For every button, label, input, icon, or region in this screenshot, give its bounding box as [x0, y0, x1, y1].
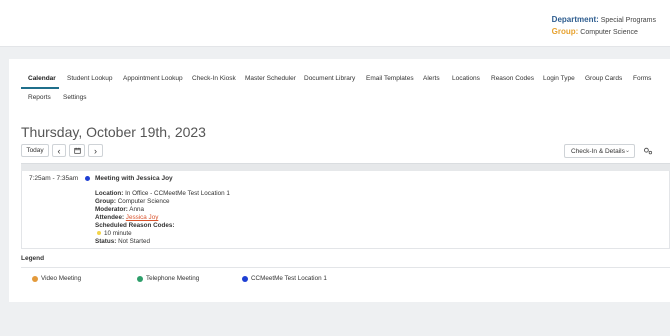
event-details: Location: In Office - CCMeetMe Test Loca… — [95, 190, 230, 246]
legend-swatch-video — [32, 275, 38, 282]
legend-label-telephone: Telephone Meeting — [146, 275, 200, 282]
event-list: 7:25am - 7:35am Meeting with Jessica Joy… — [21, 171, 670, 249]
legend-divider — [21, 267, 670, 268]
tab-student-lookup[interactable]: Student Lookup — [67, 75, 113, 82]
tab-reports[interactable]: Reports — [28, 94, 51, 101]
next-button[interactable]: › — [88, 144, 103, 157]
reason-code-value: 10 minute — [104, 230, 132, 237]
settings-button[interactable] — [641, 144, 655, 158]
today-button[interactable]: Today — [21, 144, 49, 157]
attendee-label: Attendee: — [95, 214, 125, 221]
group-detail-value: Computer Science — [117, 198, 170, 205]
tab-calendar[interactable]: Calendar — [28, 75, 56, 82]
event-color-dot — [85, 176, 90, 181]
legend-item-location: CCMeetMe Test Location 1 — [242, 275, 327, 282]
department-info: Department: Special Programs Group: Comp… — [552, 14, 656, 38]
legend-item-video: Video Meeting — [32, 275, 81, 282]
reason-code-dot — [97, 231, 101, 235]
tab-alerts[interactable]: Alerts — [423, 75, 440, 82]
tab-document-library[interactable]: Document Library — [304, 75, 355, 82]
tab-master-scheduler[interactable]: Master Scheduler — [245, 75, 296, 82]
status-value: Not Started — [118, 238, 150, 245]
group-detail-label: Group: — [95, 198, 116, 205]
legend-label-location: CCMeetMe Test Location 1 — [251, 275, 327, 282]
chevron-down-icon: ⌄ — [624, 148, 630, 154]
attendee-link[interactable]: Jessica Joy — [126, 214, 159, 221]
prev-button[interactable]: ‹ — [52, 144, 66, 157]
chevron-right-icon: › — [94, 145, 97, 156]
legend-title: Legend — [21, 255, 45, 262]
tab-email-templates[interactable]: Email Templates — [366, 75, 414, 82]
tab-locations[interactable]: Locations — [452, 75, 480, 82]
event-title[interactable]: Meeting with Jessica Joy — [95, 175, 173, 182]
legend-swatch-location — [242, 275, 248, 282]
event-time: 7:25am - 7:35am — [29, 175, 79, 182]
calendar-icon — [73, 147, 81, 154]
tab-group-cards[interactable]: Group Cards — [585, 75, 622, 82]
active-tab-underline — [21, 87, 59, 89]
main-card: Calendar Student Lookup Appointment Look… — [9, 59, 670, 302]
tab-reason-codes[interactable]: Reason Codes — [491, 75, 534, 82]
top-header: Department: Special Programs Group: Comp… — [0, 0, 670, 47]
tab-appointment-lookup[interactable]: Appointment Lookup — [123, 75, 183, 82]
group-value: Computer Science — [580, 29, 638, 36]
reason-codes-label: Scheduled Reason Codes: — [95, 222, 175, 229]
legend-item-telephone: Telephone Meeting — [137, 275, 199, 282]
department-value: Special Programs — [600, 17, 656, 24]
tab-check-in-kiosk[interactable]: Check-In Kiosk — [192, 75, 236, 82]
location-value: In Office - CCMeetMe Test Location 1 — [125, 190, 230, 197]
department-label: Department: — [551, 15, 599, 24]
legend-swatch-telephone — [137, 275, 143, 282]
group-label: Group: — [551, 27, 579, 36]
page-title: Thursday, October 19th, 2023 — [21, 124, 206, 140]
all-day-band — [21, 163, 670, 171]
moderator-label: Moderator: — [95, 206, 128, 213]
tab-forms[interactable]: Forms — [633, 75, 651, 82]
status-label: Status: — [95, 238, 117, 245]
tab-login-type[interactable]: Login Type — [543, 75, 575, 82]
view-select-value: Check-In & Details — [571, 147, 625, 155]
calendar-picker-button[interactable] — [69, 144, 85, 157]
legend-label-video: Video Meeting — [41, 275, 82, 282]
gears-icon — [643, 147, 653, 155]
chevron-left-icon: ‹ — [57, 145, 61, 156]
tab-settings[interactable]: Settings — [63, 94, 87, 101]
location-label: Location: — [95, 190, 124, 197]
view-select[interactable]: Check-In & Details ⌄ — [564, 144, 635, 158]
moderator-value: Anna — [129, 206, 145, 213]
